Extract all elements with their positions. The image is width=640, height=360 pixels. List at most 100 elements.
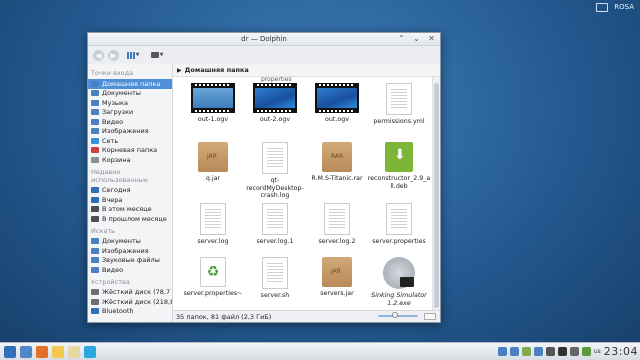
text-file-icon xyxy=(386,83,412,115)
places-item[interactable]: Bluetooth xyxy=(88,307,172,317)
mail-icon[interactable] xyxy=(68,345,80,358)
minimize-button[interactable]: ⌃ xyxy=(397,34,406,43)
place-icon xyxy=(91,215,99,222)
file-name: server.properties xyxy=(372,238,426,245)
vertical-scrollbar[interactable] xyxy=(432,77,440,310)
file-item[interactable]: out.ogv xyxy=(305,83,369,124)
places-item[interactable]: Видео xyxy=(88,265,172,275)
breadcrumb-arrow-icon: ▶ xyxy=(177,66,182,74)
places-item[interactable]: Документы xyxy=(88,89,172,99)
maximize-button[interactable]: ⌄ xyxy=(412,34,421,43)
file-name: out.ogv xyxy=(325,116,349,123)
files-icon[interactable] xyxy=(509,347,519,356)
forward-button[interactable]: ▶ xyxy=(108,49,119,61)
view-mode-button[interactable]: ▼ xyxy=(123,49,143,62)
places-item[interactable]: Музыка xyxy=(88,98,172,108)
places-item[interactable]: Звуковые файлы xyxy=(88,256,172,266)
text-file-icon xyxy=(386,203,412,235)
place-icon xyxy=(91,266,99,273)
places-item[interactable]: Сегодня xyxy=(88,186,172,196)
file-item[interactable]: Sinking Simulator 1.2.exe xyxy=(367,257,431,307)
file-item[interactable]: qt-recordMyDesktop-crash.log xyxy=(243,142,307,200)
places-item[interactable]: Корневая папка xyxy=(88,146,172,156)
file-item[interactable]: RAR R.M.S-Titanic.rar xyxy=(305,142,369,183)
firefox-icon[interactable] xyxy=(36,345,48,358)
places-item[interactable]: Сеть xyxy=(88,136,172,146)
file-item[interactable]: out-1.ogv xyxy=(181,83,245,124)
status-menu-button[interactable] xyxy=(424,313,436,320)
breadcrumb[interactable]: ▶ Домашняя папка xyxy=(173,64,440,77)
text-file-icon xyxy=(262,203,288,235)
place-icon xyxy=(91,238,99,245)
places-item-label: Домашняя папка xyxy=(102,79,161,88)
places-item[interactable]: Изображения xyxy=(88,127,172,137)
backup-file-icon: ♻ xyxy=(200,257,226,287)
folder-icon[interactable] xyxy=(52,345,64,358)
zoom-slider[interactable] xyxy=(378,312,418,318)
file-name: servers.jar xyxy=(320,290,354,297)
file-item[interactable]: server.properties xyxy=(367,203,431,246)
file-name: server.log.2 xyxy=(318,238,356,245)
video-file-icon xyxy=(315,83,359,113)
places-group-title: Искать xyxy=(91,226,115,235)
file-item[interactable]: server.log.2 xyxy=(305,203,369,246)
video-file-icon xyxy=(191,83,235,113)
preview-button[interactable]: ▼ xyxy=(147,49,167,62)
archive-jar-icon: JAR xyxy=(322,257,352,287)
desktop-icon[interactable] xyxy=(20,345,32,358)
power-icon[interactable] xyxy=(569,347,579,356)
dolphin-task-icon[interactable] xyxy=(533,347,543,356)
places-item[interactable]: Изображения xyxy=(88,246,172,256)
file-item[interactable]: ♻ server.properties~ xyxy=(181,257,245,298)
zoom-slider-knob[interactable] xyxy=(392,312,398,318)
places-item-label: Жёсткий диск (78,7 ГиБ) xyxy=(102,288,172,297)
taskbar: us 23:04 xyxy=(0,342,640,360)
tools-icon[interactable] xyxy=(581,347,591,356)
file-item[interactable]: server.log.1 xyxy=(243,203,307,246)
places-item[interactable]: Жёсткий диск (218,8 ГиБ) xyxy=(88,297,172,307)
screen-icon[interactable] xyxy=(545,347,555,356)
file-item[interactable]: ⬇ reconstructor_2.9_all.deb xyxy=(367,142,431,190)
file-name: Sinking Simulator 1.2.exe xyxy=(371,292,427,307)
places-item[interactable]: Документы xyxy=(88,237,172,247)
places-item[interactable]: Вчера xyxy=(88,195,172,205)
places-item[interactable]: Видео xyxy=(88,117,172,127)
file-name: server.log xyxy=(197,238,229,245)
close-button[interactable]: ✕ xyxy=(427,34,436,43)
file-name: server.log.1 xyxy=(256,238,294,245)
file-item[interactable]: permissions.yml xyxy=(367,83,431,126)
back-button[interactable]: ◀ xyxy=(93,49,104,61)
status-text: 35 папок, 81 файл (2,3 ГиБ) xyxy=(176,312,272,321)
places-item[interactable]: В этом месяце xyxy=(88,205,172,215)
file-item[interactable]: server.sh xyxy=(243,257,307,300)
icons-view-icon xyxy=(126,51,135,59)
places-item[interactable]: В прошлом месяце xyxy=(88,214,172,224)
desktop-user-widget[interactable]: ROSA xyxy=(590,0,640,14)
window-titlebar[interactable]: dr — Dolphin ⌃ ⌄ ✕ xyxy=(88,33,440,46)
places-item[interactable]: Жёсткий диск (78,7 ГиБ) xyxy=(88,288,172,298)
system-tray: us 23:04 xyxy=(497,345,638,358)
breadcrumb-label: Домашняя папка xyxy=(184,66,249,74)
clock[interactable]: 23:04 xyxy=(604,345,638,358)
keyboard-layout[interactable]: us xyxy=(594,348,601,355)
places-item[interactable]: Загрузки xyxy=(88,108,172,118)
places-item[interactable]: Корзина xyxy=(88,155,172,165)
menu-icon[interactable] xyxy=(4,345,16,358)
file-item[interactable]: server.log xyxy=(181,203,245,246)
places-item-label: Изображения xyxy=(102,127,149,136)
places-item[interactable]: Домашняя папка xyxy=(88,79,172,89)
file-item[interactable]: JAR servers.jar xyxy=(305,257,369,298)
file-item[interactable]: JAR q.jar xyxy=(181,142,245,183)
text-file-icon xyxy=(262,257,288,289)
record-icon[interactable] xyxy=(557,347,567,356)
skype-icon[interactable] xyxy=(84,345,96,358)
scrollbar-thumb[interactable] xyxy=(434,83,439,308)
file-item[interactable]: out-2.ogv xyxy=(243,83,307,124)
network-icon[interactable] xyxy=(497,347,507,356)
chat-icon[interactable] xyxy=(521,347,531,356)
file-view[interactable]: properties out-1.ogv out-2.ogv out.ogv perm… xyxy=(173,77,440,310)
place-icon xyxy=(91,118,99,125)
file-name: server.sh xyxy=(260,292,290,299)
status-bar: 35 папок, 81 файл (2,3 ГиБ) xyxy=(173,310,440,322)
dolphin-window: dr — Dolphin ⌃ ⌄ ✕ ◀ ▶ ▼ ▼ Точки входа До… xyxy=(87,32,441,323)
